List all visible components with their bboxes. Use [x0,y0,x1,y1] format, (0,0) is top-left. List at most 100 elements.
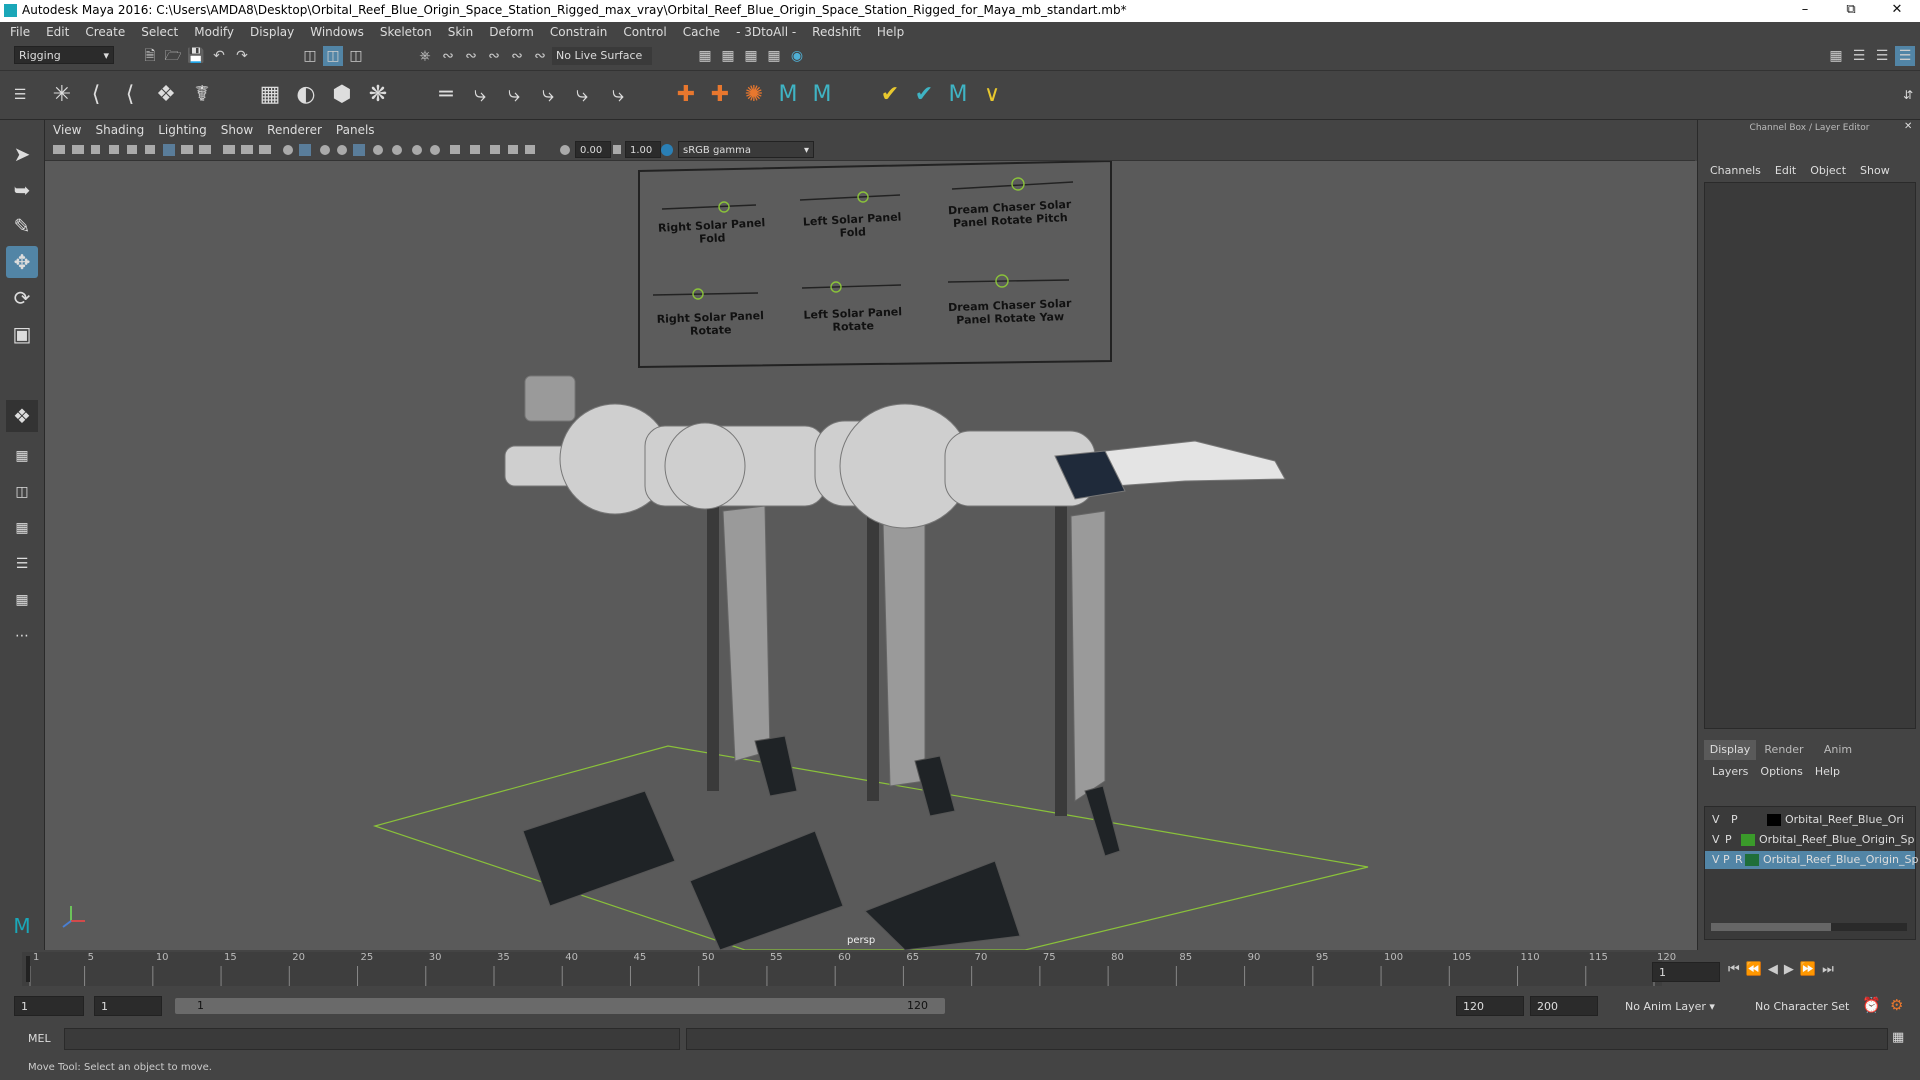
sculpt-icon[interactable]: ❋ [364,81,392,109]
layer-scrollbar[interactable] [1711,923,1907,931]
playback-controls[interactable]: ⏮⏪◀▶⏩⏭ [1728,962,1918,982]
layer-reference-toggle[interactable]: R [1735,851,1743,869]
layer-row[interactable]: V P Orbital_Reef_Blue_Ori [1705,811,1915,829]
pole-constraint-icon[interactable]: M [808,81,836,109]
layer-playback-toggle[interactable]: P [1725,831,1732,849]
menu-deform[interactable]: Deform [481,22,542,42]
attribute-editor-icon[interactable]: ☰ [1849,46,1869,66]
modeling-toolkit-icon[interactable]: ▦ [1826,46,1846,66]
paint-weights-icon[interactable]: ⤷ [500,81,528,109]
curve-warp-icon[interactable]: ∨ [978,81,1006,109]
snap-grid-icon[interactable]: ⎈ [415,46,435,66]
mel-input[interactable] [64,1028,680,1050]
insert-joint-icon[interactable]: ⟨ [82,81,110,109]
show-menu[interactable]: Show [1860,164,1890,177]
menu-modify[interactable]: Modify [186,22,242,42]
preferences-icon[interactable]: ⚙ [1890,996,1903,1014]
options-menu[interactable]: Options [1760,765,1802,778]
point-constraint-icon[interactable]: ✚ [672,81,700,109]
aim-constraint-icon[interactable]: ✚ [706,81,734,109]
mirror-weights-icon[interactable]: ⤷ [568,81,596,109]
layer-color-swatch[interactable] [1741,834,1755,846]
set-driven-key-icon[interactable]: ✔ [876,81,904,109]
layer-playback-toggle[interactable]: P [1731,811,1738,829]
snap-curve-icon[interactable]: ∾ [438,46,458,66]
channel-box-icon[interactable]: ☰ [1895,46,1915,66]
undo-icon[interactable]: ↶ [209,46,229,66]
hypershade-icon[interactable]: ◉ [787,46,807,66]
menu-redshift[interactable]: Redshift [804,22,869,42]
hypershade-layout-icon[interactable]: ▦ [6,584,38,616]
script-editor-icon[interactable]: ▦ [1892,1030,1904,1045]
menu-control[interactable]: Control [615,22,674,42]
paint-select-icon[interactable]: ✎ [6,210,38,242]
layer-playback-toggle[interactable]: P [1723,851,1730,869]
interactive-bind-icon[interactable]: ⤷ [534,81,562,109]
four-view-layout-icon[interactable]: ▦ [6,440,38,472]
scale-tool-icon[interactable]: ▣ [6,318,38,350]
render-view-icon[interactable]: ▦ [695,46,715,66]
layer-row-selected[interactable]: V P R Orbital_Reef_Blue_Origin_Sp [1705,851,1918,869]
menu-3dtoall[interactable]: - 3DtoAll - [728,22,804,42]
channels-menu[interactable]: Channels [1710,164,1761,177]
tab-display[interactable]: Display [1704,740,1756,760]
menu-edit[interactable]: Edit [38,22,77,42]
menu-file[interactable]: File [0,22,38,42]
panel-menu-view[interactable]: View [45,120,88,140]
layer-name[interactable]: Orbital_Reef_Blue_Ori [1785,811,1904,829]
menu-create[interactable]: Create [77,22,133,42]
edit-menu[interactable]: Edit [1775,164,1796,177]
exposure-field[interactable]: 0.00 [575,141,611,158]
panel-menu-panels[interactable]: Panels [329,120,382,140]
ik-spline-icon[interactable]: ❖ [152,81,180,109]
mel-label[interactable]: MEL [28,1032,51,1045]
restore-button[interactable]: ⧉ [1828,0,1874,22]
auto-key-icon[interactable]: ⏰ [1862,996,1881,1014]
snap-view-icon[interactable]: ∾ [484,46,504,66]
select-hierarchy-icon[interactable]: ◫ [300,46,320,66]
select-component-icon[interactable]: ◫ [346,46,366,66]
help-menu[interactable]: Help [1815,765,1840,778]
redo-icon[interactable]: ↷ [232,46,252,66]
mode-dropdown[interactable]: Rigging ▾ [14,46,114,64]
perspective-viewport[interactable]: Right Solar Panel Fold Left Solar Panel … [45,161,1697,950]
render-settings-icon[interactable]: ▦ [764,46,784,66]
layer-color-swatch[interactable] [1767,814,1781,826]
current-frame-field[interactable]: 1 [1652,962,1720,982]
joint-tool-icon[interactable]: ✳ [48,81,76,109]
lattice-icon[interactable]: ▦ [256,81,284,109]
close-button[interactable]: ✕ [1874,0,1920,22]
select-tool-icon[interactable]: ➤ [6,138,38,170]
tab-anim[interactable]: Anim [1812,740,1864,760]
parent-constraint-icon[interactable]: M [774,81,802,109]
move-tool-icon[interactable]: ✥ [6,246,38,278]
cluster-icon[interactable]: ◐ [292,81,320,109]
shelf-menu-icon[interactable]: ☰ [12,81,28,109]
hik-control-icon[interactable]: M [944,81,972,109]
shelf-scroll-icon[interactable]: ⇵ [1900,81,1916,109]
ipr-render-icon[interactable]: ▦ [741,46,761,66]
copy-weights-icon[interactable]: ⤷ [604,81,632,109]
layer-name[interactable]: Orbital_Reef_Blue_Origin_Sp [1759,831,1914,849]
menu-skeleton[interactable]: Skeleton [372,22,440,42]
playback-end-field[interactable]: 120 [1456,996,1524,1016]
blend-shape-icon[interactable]: ✔ [910,81,938,109]
menu-help[interactable]: Help [869,22,912,42]
rotate-tool-icon[interactable]: ⟳ [6,282,38,314]
tool-settings-icon[interactable]: ☰ [1872,46,1892,66]
layer-visible-toggle[interactable]: V [1712,811,1720,829]
layer-row[interactable]: V P Orbital_Reef_Blue_Origin_Sp [1705,831,1915,849]
humanik-icon[interactable]: ☤ [188,81,216,109]
layer-visible-toggle[interactable]: V [1712,851,1720,869]
panel-toolbar-icons[interactable] [45,140,1695,160]
snap-point-icon[interactable]: ∾ [461,46,481,66]
lasso-tool-icon[interactable]: ➥ [6,174,38,206]
time-slider[interactable]: 1 5 10 15 20 25 30 35 40 45 50 55 60 65 70 75 80 85 90 95 10… [22,952,1676,986]
menu-display[interactable]: Display [242,22,302,42]
graph-layout-icon[interactable]: ▦ [6,512,38,544]
open-scene-icon[interactable]: 🗁 [163,46,183,66]
wrap-icon[interactable]: ⬢ [328,81,356,109]
menu-skin[interactable]: Skin [440,22,482,42]
colorspace-dropdown[interactable]: sRGB gamma ▾ [678,141,814,158]
bind-skin-icon[interactable]: ═ [432,81,460,109]
